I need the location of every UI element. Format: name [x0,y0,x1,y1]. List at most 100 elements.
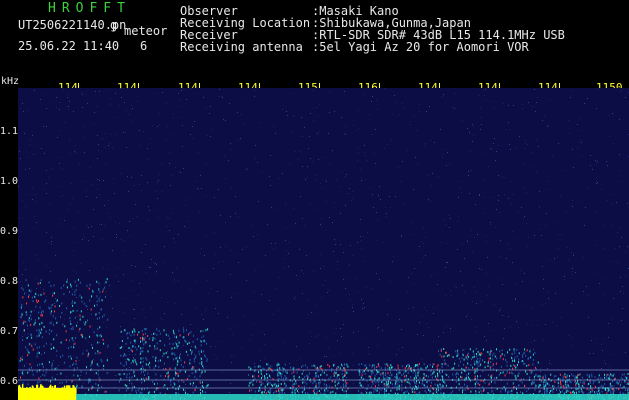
signal-pixel [521,381,523,384]
noise-speckle [325,280,326,281]
signal-pixel [86,366,87,369]
signal-pixel [128,347,130,349]
signal-pixel [475,385,477,388]
signal-pixel [384,389,386,392]
noise-speckle [534,89,535,90]
noise-speckle [490,148,491,149]
noise-speckle [104,225,105,226]
noise-speckle [182,125,183,126]
signal-pixel [318,390,320,392]
signal-pixel [69,320,71,323]
signal-pixel [48,361,50,364]
noise-speckle [46,296,47,297]
noise-speckle [119,105,120,106]
signal-pixel [34,295,36,298]
signal-pixel [496,348,497,351]
signal-pixel [317,370,319,373]
noise-speckle [341,171,342,172]
signal-pixel [501,353,503,356]
signal-pixel [284,363,286,366]
signal-pixel [184,361,186,364]
signal-pixel [385,382,387,385]
signal-pixel [192,382,194,385]
noise-speckle [99,366,100,367]
noise-speckle [154,209,155,210]
noise-speckle [136,216,137,217]
signal-pixel [436,365,438,368]
noise-speckle [114,193,115,194]
noise-speckle [621,382,622,383]
noise-speckle [149,267,150,268]
noise-speckle [544,115,545,116]
signal-pixel [272,384,273,387]
noise-speckle [431,140,432,141]
noise-speckle [490,330,491,331]
signal-pixel [64,325,66,328]
signal-pixel [185,341,187,343]
noise-speckle [377,240,378,241]
noise-speckle [317,313,318,314]
noise-speckle [433,313,434,314]
signal-pixel [204,355,206,358]
noise-speckle [59,130,60,131]
noise-speckle [494,304,495,305]
signal-pixel [423,363,425,366]
noise-speckle [345,126,346,127]
noise-speckle [474,237,475,238]
noise-speckle [234,326,235,327]
noise-speckle [36,222,37,223]
signal-pixel [159,359,161,362]
noise-speckle [571,337,572,338]
signal-pixel [337,374,339,377]
noise-speckle [350,299,351,300]
noise-speckle [596,163,597,164]
signal-pixel [398,371,400,374]
noise-speckle [242,249,243,250]
signal-pixel [524,385,525,387]
noise-speckle [92,326,93,327]
noise-speckle [138,313,139,314]
noise-speckle [353,365,354,366]
noise-speckle [143,131,144,132]
noise-speckle [486,273,487,274]
noise-speckle [205,195,206,196]
signal-pixel [600,377,602,380]
noise-speckle [428,199,429,200]
noise-speckle [186,99,187,100]
noise-speckle [545,324,546,325]
noise-speckle [522,108,523,109]
noise-speckle [75,149,76,150]
signal-pixel [248,366,250,369]
noise-speckle [238,216,239,217]
noise-speckle [167,126,168,127]
signal-pixel [482,359,483,362]
noise-speckle [337,340,338,341]
noise-speckle [198,152,199,153]
signal-pixel [621,373,623,376]
signal-pixel [22,288,24,291]
noise-speckle [586,286,587,287]
signal-pixel [535,374,537,377]
noise-speckle [175,167,176,168]
noise-speckle [357,160,358,161]
noise-speckle [424,145,425,146]
signal-pixel [544,376,546,379]
signal-pixel [48,281,50,284]
signal-pixel [472,356,474,359]
noise-speckle [364,94,365,95]
signal-pixel [22,296,24,299]
noise-speckle [208,293,209,294]
signal-pixel [199,375,201,378]
noise-speckle [118,281,119,282]
noise-speckle [619,246,620,247]
noise-speckle [396,102,397,103]
signal-pixel [50,285,52,287]
noise-speckle [318,335,319,336]
signal-pixel [460,375,462,378]
signal-pixel [74,301,76,304]
signal-pixel [40,331,42,334]
noise-speckle [29,144,30,145]
signal-pixel [140,357,142,360]
noise-speckle [158,180,159,181]
noise-speckle [167,226,168,227]
